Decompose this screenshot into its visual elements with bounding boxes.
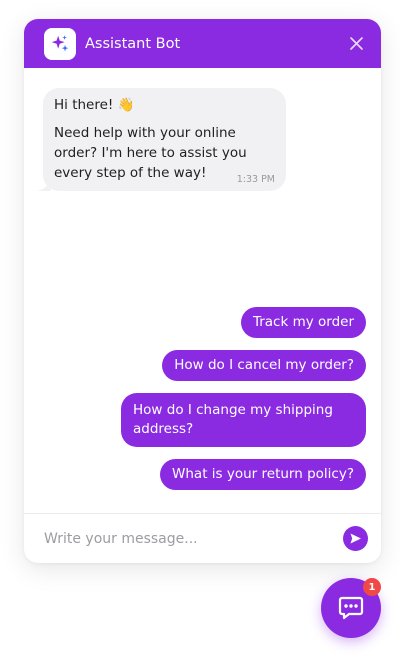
bubble-tail [37, 179, 51, 191]
bot-message-bubble: Hi there! 👋 Need help with your online o… [37, 88, 286, 191]
suggestion-cancel-order[interactable]: How do I cancel my order? [162, 350, 366, 381]
send-button[interactable] [343, 526, 368, 551]
close-icon[interactable] [348, 35, 365, 52]
suggestion-track-order[interactable]: Track my order [240, 307, 366, 338]
bot-avatar [44, 27, 76, 60]
suggestion-change-address[interactable]: How do I change my shipping address? [121, 393, 366, 447]
sparkles-icon [51, 34, 69, 51]
notification-badge: 1 [363, 578, 381, 596]
chat-window: Assistant Bot Hi there! 👋 Need help with… [24, 19, 381, 563]
send-icon [350, 533, 361, 544]
chat-header: Assistant Bot [24, 19, 381, 68]
suggestion-list: Track my order How do I cancel my order?… [121, 307, 366, 502]
suggestion-return-policy[interactable]: What is your return policy? [160, 459, 366, 490]
chat-footer [24, 513, 381, 563]
message-input[interactable] [44, 530, 343, 547]
header-title: Assistant Bot [85, 35, 181, 52]
chat-dots-icon [338, 596, 364, 620]
bot-greeting: Hi there! 👋 [54, 97, 135, 113]
